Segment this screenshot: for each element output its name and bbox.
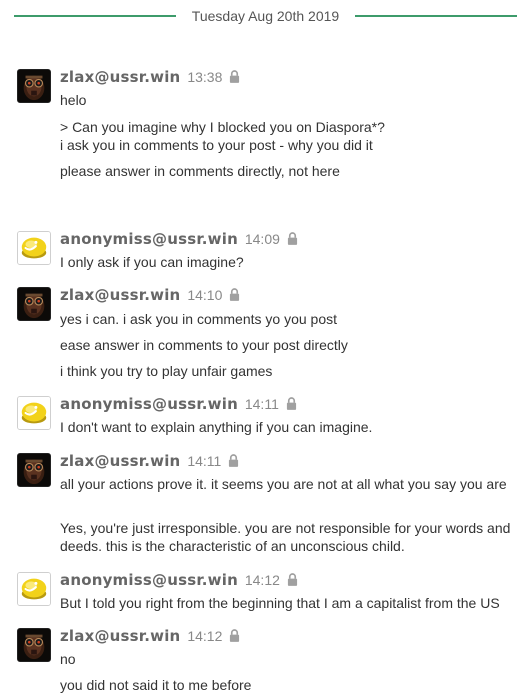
message-text: please answer in comments directly, not …: [60, 163, 340, 179]
lock-icon: [287, 232, 298, 245]
sender-name[interactable]: anonymiss@ussr.win: [60, 571, 238, 589]
message-header: zlax@ussr.win 14:10: [60, 286, 240, 306]
zlax-avatar[interactable]: [17, 287, 51, 321]
lock-icon: [229, 70, 240, 83]
message-header: zlax@ussr.win 14:11: [60, 452, 239, 472]
message-text: yes i can. i ask you in comments yo you …: [60, 311, 338, 327]
message-time[interactable]: 14:12: [245, 572, 280, 588]
lock-icon: [228, 454, 239, 467]
message-time[interactable]: 14:09: [245, 231, 280, 247]
message-time[interactable]: 14:12: [187, 628, 222, 644]
lock-icon: [287, 573, 298, 586]
lock-icon: [229, 629, 240, 642]
message-header: zlax@ussr.win 14:12: [60, 627, 240, 647]
sender-name[interactable]: zlax@ussr.win: [60, 627, 180, 645]
zlax-avatar[interactable]: [17, 453, 51, 487]
message-text: ease answer in comments to your post dir…: [60, 337, 348, 353]
message-text: i think you try to play unfair games: [60, 363, 273, 379]
lock-icon: [286, 397, 297, 410]
sender-name[interactable]: anonymiss@ussr.win: [60, 395, 238, 413]
anonymiss-avatar[interactable]: [17, 572, 51, 606]
message-text: > Can you imagine why I blocked you on D…: [60, 119, 385, 153]
message-text: Yes, you're just irresponsible. you are …: [60, 520, 511, 554]
message-text: I don't want to explain anything if you …: [60, 419, 373, 435]
message-text: But I told you right from the beginning …: [60, 595, 500, 611]
message-header: zlax@ussr.win 13:38: [60, 68, 240, 88]
message-time[interactable]: 13:38: [187, 69, 222, 85]
divider-line-left: [14, 15, 176, 17]
message-text: all your actions prove it. it seems you …: [60, 476, 507, 492]
message-header: anonymiss@ussr.win 14:09: [60, 230, 298, 250]
day-divider: Tuesday Aug 20th 2019: [0, 0, 531, 30]
sender-name[interactable]: zlax@ussr.win: [60, 286, 180, 304]
anonymiss-avatar[interactable]: [17, 396, 51, 430]
sender-name[interactable]: zlax@ussr.win: [60, 452, 180, 470]
day-divider-label: Tuesday Aug 20th 2019: [191, 8, 340, 24]
message-time[interactable]: 14:11: [187, 453, 221, 469]
sender-name[interactable]: anonymiss@ussr.win: [60, 230, 238, 248]
message-text: I only ask if you can imagine?: [60, 254, 244, 270]
message-time[interactable]: 14:10: [187, 287, 222, 303]
message-header: anonymiss@ussr.win 14:12: [60, 571, 298, 591]
sender-name[interactable]: zlax@ussr.win: [60, 68, 180, 86]
message-text: you did not said it to me before: [60, 677, 252, 693]
zlax-avatar[interactable]: [17, 628, 51, 662]
message-text: helo: [60, 92, 87, 108]
message-header: anonymiss@ussr.win 14:11: [60, 395, 297, 415]
lock-icon: [229, 288, 240, 301]
zlax-avatar[interactable]: [17, 69, 51, 103]
anonymiss-avatar[interactable]: [17, 231, 51, 265]
message-text: no: [60, 651, 76, 667]
divider-line-right: [355, 15, 517, 17]
message-time[interactable]: 14:11: [245, 396, 279, 412]
